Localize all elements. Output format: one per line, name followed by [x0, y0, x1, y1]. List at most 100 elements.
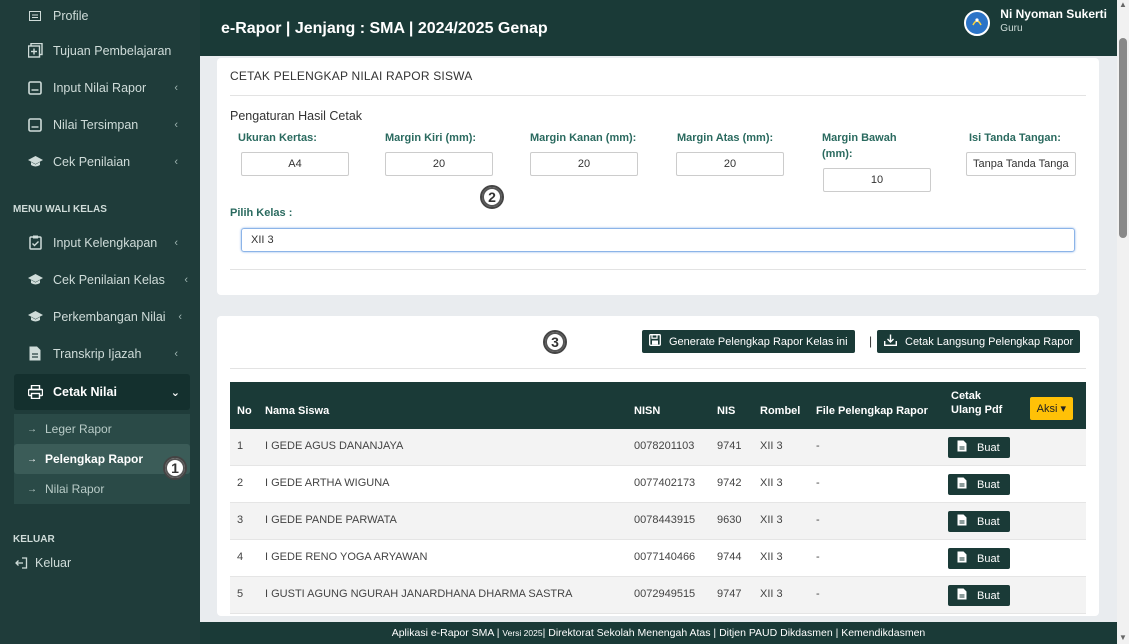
square-icon: [27, 80, 43, 96]
scroll-down-icon[interactable]: ▼: [1119, 633, 1127, 642]
cell-nisn: 0077402173: [634, 477, 696, 489]
file-icon: [957, 514, 967, 529]
margin-bottom-field[interactable]: 10: [823, 168, 931, 192]
footer-prefix: Aplikasi e-Rapor SMA |: [391, 627, 500, 639]
cell-file-pelengkap: -: [816, 477, 820, 489]
cell-nis: 9747: [717, 588, 742, 600]
sidebar-item-cek-penilaian-kelas[interactable]: Cek Penilaian Kelas ‹: [0, 261, 200, 298]
square-icon: [27, 117, 43, 133]
arrow-right-icon: →: [27, 453, 37, 465]
margin-right-field[interactable]: 20: [530, 152, 638, 176]
chevron-down-icon: ⌄: [170, 386, 180, 399]
generate-pelengkap-button[interactable]: Generate Pelengkap Rapor Kelas ini: [642, 330, 855, 353]
cell-file-pelengkap: -: [816, 514, 820, 526]
sidebar-item-profile[interactable]: Profile: [0, 0, 200, 32]
sidebar-item-input-kelengkapan[interactable]: Input Kelengkapan ‹: [0, 224, 200, 261]
buat-pdf-button[interactable]: Buat: [948, 511, 1010, 532]
sidebar-item-label: Transkrip Ijazah: [53, 346, 142, 361]
scrollbar-thumb[interactable]: [1119, 38, 1127, 238]
cell-nis: 9741: [717, 440, 742, 452]
file-icon: [957, 588, 967, 603]
signature-label: Isi Tanda Tangan:: [969, 132, 1061, 144]
download-icon: [883, 334, 898, 349]
buat-pdf-button[interactable]: Buat: [948, 548, 1010, 569]
paper-size-field[interactable]: A4: [241, 152, 349, 176]
student-table: No Nama Siswa NISN NIS Rombel File Pelen…: [230, 382, 1086, 614]
table-row: 4 I GEDE RENO YOGA ARYAWAN 0077140466 9744 X…: [230, 540, 1086, 577]
sidebar-item-cek-penilaian[interactable]: Cek Penilaian ‹: [0, 143, 200, 180]
sidebar-item-label: Input Kelengkapan: [53, 235, 158, 250]
sidebar-item-label: Tujuan Pembelajaran: [53, 43, 172, 58]
submenu-item-leger-rapor[interactable]: → Leger Rapor: [14, 414, 190, 444]
cell-no: 4: [237, 551, 244, 563]
buat-pdf-button[interactable]: Buat: [948, 437, 1010, 458]
sidebar-item-label: Cetak Nilai: [53, 385, 117, 399]
table-row: 5 I GUSTI AGUNG NGURAH JANARDHANA DHARMA …: [230, 577, 1086, 614]
user-menu[interactable]: Ni Nyoman Sukerti Guru: [964, 7, 1107, 36]
sidebar-item-label: Cek Penilaian: [53, 154, 131, 169]
col-nama-siswa: Nama Siswa: [265, 405, 330, 417]
sidebar-item-perkembangan-nilai[interactable]: Perkembangan Nilai ‹: [0, 298, 200, 335]
file-icon: [957, 440, 967, 455]
cell-rombel: XII 3: [760, 588, 783, 600]
settings-title: Pengaturan Hasil Cetak: [230, 109, 363, 123]
scroll-up-icon[interactable]: ▲: [1119, 0, 1127, 9]
cetak-submenu: → Leger Rapor → Pelengkap Rapor → Nilai …: [14, 414, 190, 504]
buat-pdf-button[interactable]: Buat: [948, 474, 1010, 495]
cell-nama-siswa: I GEDE AGUS DANANJAYA: [265, 440, 404, 452]
sidebar-item-tujuan-pembelajaran[interactable]: Tujuan Pembelajaran: [0, 32, 200, 69]
user-role: Guru: [1000, 23, 1023, 34]
sidebar-section-keluar: KELUAR: [13, 533, 55, 545]
submenu-item-nilai-rapor[interactable]: → Nilai Rapor: [14, 474, 190, 504]
sidebar: Profile Tujuan Pembelajaran Input Nilai …: [0, 0, 200, 644]
file-icon: [27, 346, 43, 362]
col-no: No: [237, 405, 252, 417]
sidebar-item-cetak-nilai[interactable]: Cetak Nilai ⌄: [14, 374, 190, 410]
top-header: e-Rapor | Jenjang : SMA | 2024/2025 Gena…: [200, 0, 1117, 56]
cell-nis: 9630: [717, 514, 742, 526]
step-badge-2: 2: [480, 185, 504, 209]
cell-nama-siswa: I GUSTI AGUNG NGURAH JANARDHANA DHARMA S…: [265, 588, 573, 600]
cell-nama-siswa: I GEDE PANDE PARWATA: [265, 514, 397, 526]
cell-file-pelengkap: -: [816, 588, 820, 600]
signature-select[interactable]: Tanpa Tanda Tanga: [966, 152, 1076, 176]
arrow-right-icon: →: [27, 483, 37, 495]
sidebar-item-transkrip-ijazah[interactable]: Transkrip Ijazah ‹: [0, 335, 200, 372]
table-row: 1 I GEDE AGUS DANANJAYA 0078201103 9741 XII …: [230, 429, 1086, 466]
cell-file-pelengkap: -: [816, 551, 820, 563]
table-row: 3 I GEDE PANDE PARWATA 0078443915 9630 XII 3…: [230, 503, 1086, 540]
paper-size-label: Ukuran Kertas:: [238, 132, 317, 144]
kemendikdasmen-logo-icon: [964, 10, 991, 36]
sidebar-item-nilai-tersimpan[interactable]: Nilai Tersimpan ‹: [0, 106, 200, 143]
class-select[interactable]: XII 3: [241, 228, 1075, 252]
footer: Aplikasi e-Rapor SMA | Versi 2025 | Dire…: [200, 622, 1117, 644]
cell-nis: 9744: [717, 551, 742, 563]
table-row: 2 I GEDE ARTHA WIGUNA 0077402173 9742 XII 3 -…: [230, 466, 1086, 503]
cell-nisn: 0077140466: [634, 551, 696, 563]
aksi-dropdown-button[interactable]: Aksi ▾: [1029, 397, 1073, 420]
sidebar-item-input-nilai-rapor[interactable]: Input Nilai Rapor ‹: [0, 69, 200, 106]
file-icon: [957, 551, 967, 566]
page-scrollbar[interactable]: ▲ ▼: [1117, 0, 1129, 644]
margin-left-field[interactable]: 20: [385, 152, 493, 176]
margin-top-field[interactable]: 20: [676, 152, 784, 176]
sidebar-item-keluar[interactable]: Keluar: [0, 550, 200, 576]
class-label: Pilih Kelas :: [230, 207, 293, 219]
cetak-langsung-label: Cetak Langsung Pelengkap Rapor: [905, 335, 1074, 348]
buat-label: Buat: [977, 589, 1000, 602]
buat-pdf-button[interactable]: Buat: [948, 585, 1010, 606]
cetak-langsung-button[interactable]: Cetak Langsung Pelengkap Rapor: [877, 330, 1081, 353]
sidebar-item-label: Input Nilai Rapor: [53, 80, 147, 95]
col-rombel: Rombel: [760, 405, 801, 417]
buat-label: Buat: [977, 515, 1000, 528]
save-icon: [649, 334, 661, 349]
cell-nis: 9742: [717, 477, 742, 489]
submenu-item-label: Leger Rapor: [45, 422, 112, 436]
user-name: Ni Nyoman Sukerti: [1000, 7, 1107, 21]
divider: [230, 368, 1086, 369]
printer-icon: [27, 384, 43, 400]
chevron-left-icon: ‹: [174, 347, 178, 360]
chevron-left-icon: ‹: [174, 118, 178, 131]
col-cetak-ulang: Cetak Ulang Pdf: [951, 390, 1003, 416]
submenu-item-label: Pelengkap Rapor: [45, 452, 144, 466]
